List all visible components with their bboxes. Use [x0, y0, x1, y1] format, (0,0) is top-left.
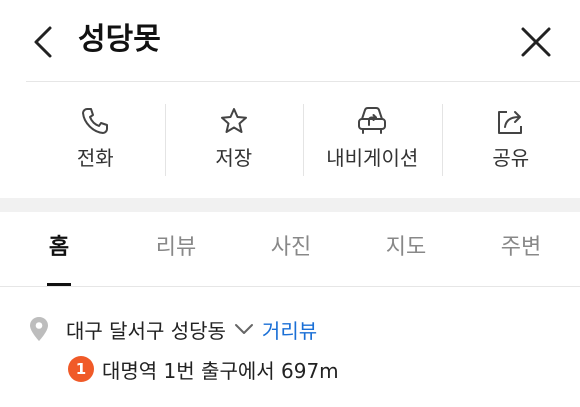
tabs-divider	[0, 286, 580, 287]
navigation-label: 내비게이션	[326, 146, 419, 170]
header: 성당못	[0, 0, 580, 82]
section-divider	[0, 198, 580, 212]
car-navigation-icon	[355, 104, 389, 138]
back-arrow-icon	[34, 26, 52, 58]
address-text: 대구 달서구 성당동	[66, 318, 226, 343]
share-button[interactable]: 공유	[441, 82, 580, 198]
navigation-button[interactable]: 내비게이션	[303, 82, 442, 198]
tab-reviews[interactable]: 리뷰	[146, 212, 206, 286]
subway-line-badge: 1	[68, 356, 94, 382]
save-label: 저장	[215, 146, 253, 170]
phone-icon	[78, 104, 112, 138]
nearest-station-text: 대명역 1번 출구에서 697m	[102, 358, 339, 383]
tab-photos[interactable]: 사진	[261, 212, 321, 286]
share-label: 공유	[492, 146, 530, 170]
tab-bar: 홈 리뷰 사진 지도 주변	[0, 212, 580, 286]
location-pin-icon	[30, 317, 48, 341]
subway-info-row: 1 대명역 1번 출구에서 697m	[68, 354, 339, 384]
close-icon	[521, 27, 551, 57]
share-icon	[494, 104, 528, 138]
tab-nearby[interactable]: 주변	[491, 212, 551, 286]
chevron-down-icon[interactable]	[234, 322, 254, 336]
save-button[interactable]: 저장	[164, 82, 304, 198]
tab-home[interactable]: 홈	[38, 212, 80, 286]
page-title: 성당못	[78, 22, 161, 57]
tab-map[interactable]: 지도	[376, 212, 436, 286]
action-bar: 전화 저장 내비게이션 공유	[26, 82, 580, 198]
close-button[interactable]	[518, 24, 554, 60]
call-label: 전화	[76, 146, 114, 170]
star-icon	[217, 104, 251, 138]
roadview-link[interactable]: 거리뷰	[262, 315, 317, 344]
back-button[interactable]	[28, 22, 62, 62]
call-button[interactable]: 전화	[26, 82, 165, 198]
address-row: 대구 달서구 성당동 거리뷰	[28, 314, 317, 344]
